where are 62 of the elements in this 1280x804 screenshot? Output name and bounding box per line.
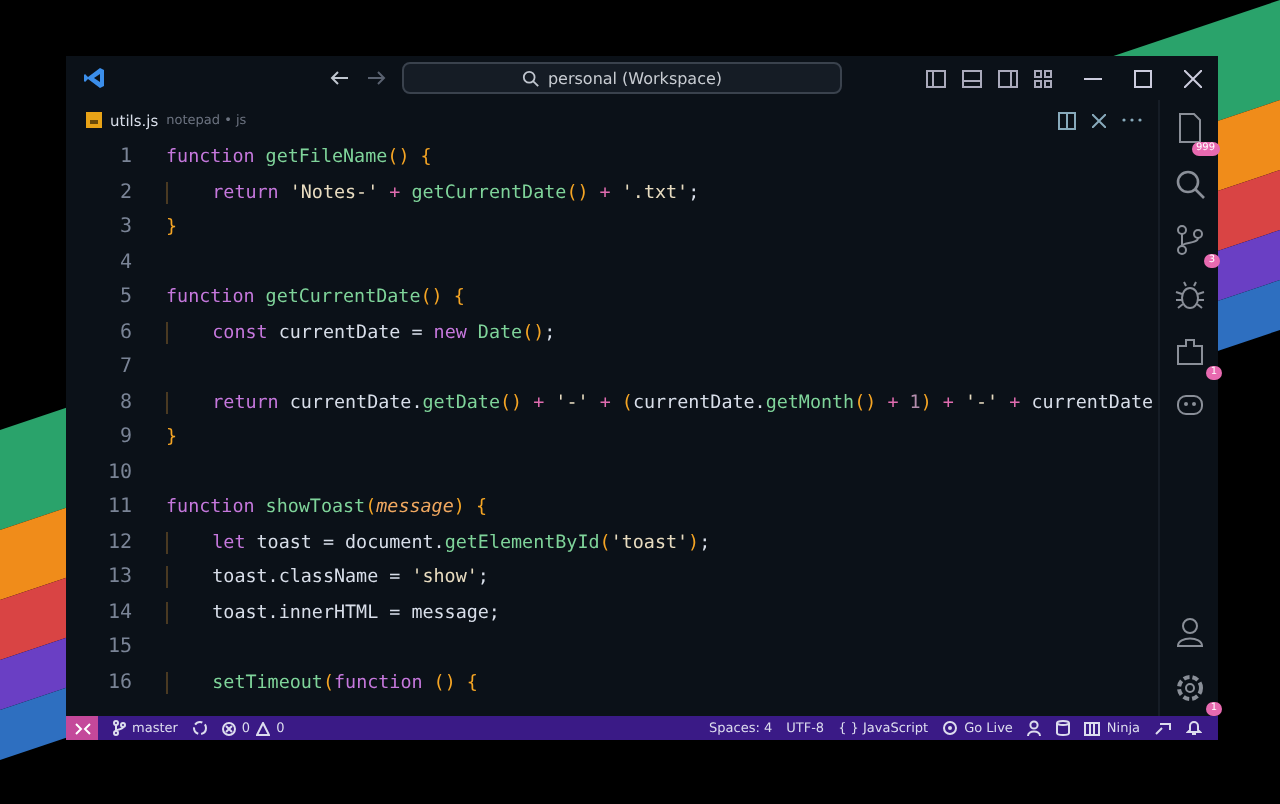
- code-line: function getCurrentDate() {: [166, 286, 465, 309]
- source-control-icon[interactable]: [1175, 224, 1203, 256]
- secondary-sidebar-toggle-icon[interactable]: [998, 69, 1018, 87]
- line-number: 16: [105, 671, 132, 694]
- warning-icon: [256, 721, 271, 735]
- columns-icon: [1084, 721, 1101, 735]
- line-number: 14: [105, 601, 132, 624]
- line-number: 3: [117, 216, 132, 239]
- split-editor-icon[interactable]: [1058, 111, 1076, 129]
- person-icon[interactable]: [1026, 720, 1043, 736]
- line-number: 1: [117, 146, 132, 169]
- line-number: 11: [105, 496, 132, 519]
- code-line: setTimeout(function () {: [166, 671, 478, 694]
- search-icon: [521, 69, 540, 87]
- bug-icon[interactable]: [1173, 280, 1205, 312]
- js-file-icon: [86, 112, 102, 128]
- back-arrow-icon[interactable]: [330, 68, 350, 88]
- code-line: return currentDate.getDate() + '-' + (currentDate.getMonth() + 1) + '-' + currentDate: [166, 391, 1154, 414]
- line-number: 13: [105, 566, 132, 589]
- robot-face-icon[interactable]: [1175, 392, 1203, 416]
- close-icon[interactable]: [1092, 113, 1106, 127]
- forward-arrow-icon[interactable]: [366, 68, 386, 88]
- explorer-icon[interactable]: [1175, 112, 1203, 144]
- maximize-icon[interactable]: [1134, 69, 1152, 87]
- code-line: function showToast(message) {: [166, 496, 487, 519]
- database-icon[interactable]: [1056, 720, 1071, 736]
- code-line: let toast = document.getElementById('toast');: [166, 531, 711, 554]
- layout-grid-icon[interactable]: [1034, 69, 1052, 87]
- command-search-field[interactable]: personal (Workspace): [402, 62, 842, 94]
- error-icon: [221, 721, 236, 735]
- settings-icon[interactable]: [1173, 672, 1205, 704]
- line-number: 7: [117, 356, 132, 379]
- minimize-icon[interactable]: [1084, 77, 1102, 79]
- line-number: 10: [105, 461, 132, 484]
- line-number: 12: [105, 531, 132, 554]
- code-line: toast.className = 'show';: [166, 566, 489, 589]
- extensions-icon[interactable]: [1173, 336, 1205, 368]
- remote-button[interactable]: [66, 716, 98, 740]
- code-editor-logo-icon: [82, 66, 106, 90]
- code-line: function getFileName() {: [166, 146, 432, 169]
- remote-icon: [73, 721, 91, 735]
- sync-icon[interactable]: [191, 720, 208, 736]
- line-number: 4: [117, 251, 132, 274]
- account-icon[interactable]: [1175, 616, 1203, 648]
- line-number: 6: [117, 321, 132, 344]
- branch-icon: [112, 720, 126, 736]
- broadcast-icon: [942, 720, 959, 736]
- code-line: }: [166, 426, 178, 449]
- sidebar-toggle-icon[interactable]: [926, 69, 946, 87]
- bell-icon[interactable]: [1186, 720, 1202, 736]
- panel-toggle-icon[interactable]: [962, 69, 982, 87]
- line-number: 5: [117, 286, 132, 309]
- code-line: }: [166, 216, 178, 239]
- line-number: 2: [117, 181, 132, 204]
- search-icon[interactable]: [1173, 168, 1205, 200]
- line-number: 8: [117, 391, 132, 414]
- line-number: 9: [117, 426, 132, 449]
- code-line: toast.innerHTML = message;: [166, 601, 500, 624]
- line-number: 15: [105, 636, 132, 659]
- close-icon[interactable]: [1184, 69, 1202, 87]
- code-line: return 'Notes-' + getCurrentDate() + '.txt';: [166, 181, 700, 204]
- code-line: const currentDate = new Date();: [166, 321, 556, 344]
